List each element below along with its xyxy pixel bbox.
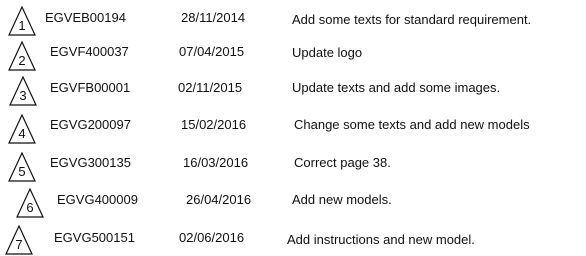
revision-date: 07/04/2015: [179, 44, 245, 59]
revision-row: 5 EGVG300135 16/03/2016 Correct page 38.: [0, 152, 586, 182]
revision-row: 2 EGVF400037 07/04/2015 Update logo: [0, 41, 586, 71]
revision-date: 28/11/2014: [181, 10, 246, 25]
revision-date: 02/11/2015: [178, 80, 243, 95]
revision-triangle-icon: 2: [8, 41, 36, 71]
revision-number: 1: [18, 18, 26, 33]
revision-description: Add instructions and new model.: [287, 232, 475, 247]
revision-description: Add new models.: [292, 192, 392, 207]
revision-row: 7 EGVG500151 02/06/2016 Add instructions…: [0, 225, 586, 255]
revision-number: 6: [26, 200, 34, 215]
revision-row: 4 EGVG200097 15/02/2016 Change some text…: [0, 114, 586, 144]
revision-code: EGVG200097: [50, 117, 131, 132]
revision-code: EGVG400009: [57, 192, 138, 207]
revision-triangle-icon: 5: [8, 152, 36, 182]
revision-date: 26/04/2016: [186, 192, 252, 207]
revision-code: EGVEB00194: [45, 10, 126, 25]
revision-description: Update texts and add some images.: [292, 80, 501, 95]
revision-code: EGVFB00001: [50, 80, 131, 95]
revision-code: EGVF400037: [50, 44, 129, 59]
revision-code: EGVG300135: [50, 155, 131, 170]
revision-number: 7: [15, 237, 23, 252]
revision-row: 3 EGVFB00001 02/11/2015 Update texts and…: [0, 76, 586, 106]
revision-triangle-icon: 4: [8, 114, 36, 144]
revision-date: 16/03/2016: [183, 155, 249, 170]
revision-description: Add some texts for standard requirement.: [292, 12, 532, 27]
revision-date: 15/02/2016: [181, 117, 247, 132]
revision-number: 5: [18, 164, 26, 179]
revision-row: 6 EGVG400009 26/04/2016 Add new models.: [0, 188, 586, 218]
revision-row: 1 EGVEB00194 28/11/2014 Add some texts f…: [0, 6, 586, 36]
revision-description: Update logo: [292, 45, 363, 60]
revision-history-table: 1 EGVEB00194 28/11/2014 Add some texts f…: [0, 0, 586, 256]
revision-triangle-icon: 7: [5, 225, 33, 255]
revision-triangle-icon: 3: [9, 76, 37, 106]
revision-triangle-icon: 1: [8, 6, 36, 36]
revision-description: Change some texts and add new models: [294, 117, 530, 132]
revision-number: 2: [18, 53, 26, 68]
revision-description: Correct page 38.: [294, 155, 391, 170]
revision-number: 4: [18, 126, 26, 141]
revision-triangle-icon: 6: [16, 188, 44, 218]
revision-number: 3: [19, 88, 27, 103]
revision-date: 02/06/2016: [179, 230, 245, 245]
revision-code: EGVG500151: [54, 230, 135, 245]
